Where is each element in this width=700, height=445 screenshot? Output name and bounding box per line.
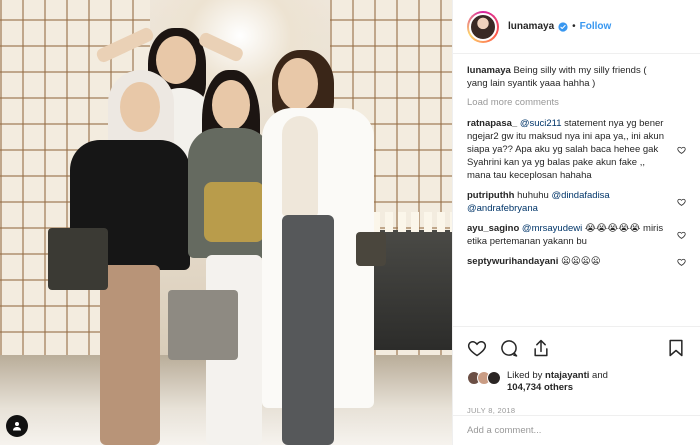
caption: lunamaya Being silly with my silly frien… bbox=[467, 64, 686, 90]
liker-username[interactable]: ntajayanti bbox=[545, 370, 589, 381]
likes-summary: Liked by ntajayanti and 104,734 others bbox=[467, 370, 686, 394]
comment-text: huhuhu bbox=[517, 190, 552, 201]
author-username[interactable]: lunamaya bbox=[508, 21, 554, 32]
author-avatar-image bbox=[469, 12, 497, 41]
user-tag-button[interactable] bbox=[6, 415, 28, 437]
post-actions: Liked by ntajayanti and 104,734 others J… bbox=[453, 326, 700, 415]
comments-list: lunamaya Being silly with my silly frien… bbox=[453, 54, 700, 324]
add-comment-bar bbox=[453, 415, 700, 445]
load-more-comments-button[interactable]: Load more comments bbox=[467, 97, 686, 108]
separator-dot: • bbox=[572, 21, 576, 32]
bookmark-icon[interactable] bbox=[666, 338, 686, 358]
likes-prefix: Liked by bbox=[507, 370, 546, 381]
caption-username[interactable]: lunamaya bbox=[467, 65, 511, 76]
comment-username[interactable]: ratnapasa_ bbox=[467, 118, 517, 129]
share-icon[interactable] bbox=[531, 338, 551, 358]
likes-count[interactable]: 104,734 others bbox=[507, 382, 573, 393]
comment-username[interactable]: putriputhh bbox=[467, 190, 514, 201]
post-photo[interactable] bbox=[0, 0, 452, 445]
user-icon bbox=[13, 422, 21, 431]
comment-mention[interactable]: @dindafadisa bbox=[551, 190, 609, 201]
post-sidebar: lunamaya • Follow lunamaya Being silly w… bbox=[452, 0, 700, 445]
comment-mention[interactable]: @mrsayudewi bbox=[522, 223, 582, 234]
comment-icon[interactable] bbox=[499, 338, 519, 358]
add-comment-input[interactable] bbox=[467, 425, 686, 436]
action-icons bbox=[467, 335, 686, 361]
like-icon[interactable] bbox=[467, 338, 487, 358]
author-avatar[interactable] bbox=[467, 10, 499, 43]
background-candles bbox=[372, 212, 452, 232]
comment-mention[interactable]: @suci211 bbox=[520, 118, 562, 129]
verified-badge-icon bbox=[558, 21, 568, 32]
comment-text: 😦😦😦😦 bbox=[560, 256, 601, 267]
comment-username[interactable]: septywurihandayani bbox=[467, 256, 558, 267]
post-date[interactable]: JULY 8, 2018 bbox=[467, 406, 686, 415]
heart-icon[interactable] bbox=[677, 231, 686, 240]
comment-item: ayu_sagino @mrsayudewi 😭😭😭😭😭 miris etika… bbox=[467, 222, 686, 248]
heart-icon[interactable] bbox=[677, 198, 686, 207]
liker-avatars bbox=[467, 371, 501, 385]
follow-button[interactable]: Follow bbox=[580, 21, 612, 32]
comment-item: septywurihandayani 😦😦😦😦 bbox=[467, 255, 686, 268]
post-header: lunamaya • Follow bbox=[453, 0, 700, 54]
heart-icon[interactable] bbox=[677, 257, 686, 266]
comment-item: putriputhh huhuhu @dindafadisa @andrafeb… bbox=[467, 189, 686, 215]
heart-icon[interactable] bbox=[677, 145, 686, 154]
likes-middle: and bbox=[589, 370, 608, 381]
liker-avatar bbox=[487, 371, 501, 385]
comment-mention[interactable]: @andrafebryana bbox=[467, 203, 538, 214]
comment-username[interactable]: ayu_sagino bbox=[467, 223, 519, 234]
comment-item: ratnapasa_ @suci211 statement nya yg ben… bbox=[467, 117, 686, 182]
likes-text: Liked by ntajayanti and 104,734 others bbox=[507, 370, 608, 394]
